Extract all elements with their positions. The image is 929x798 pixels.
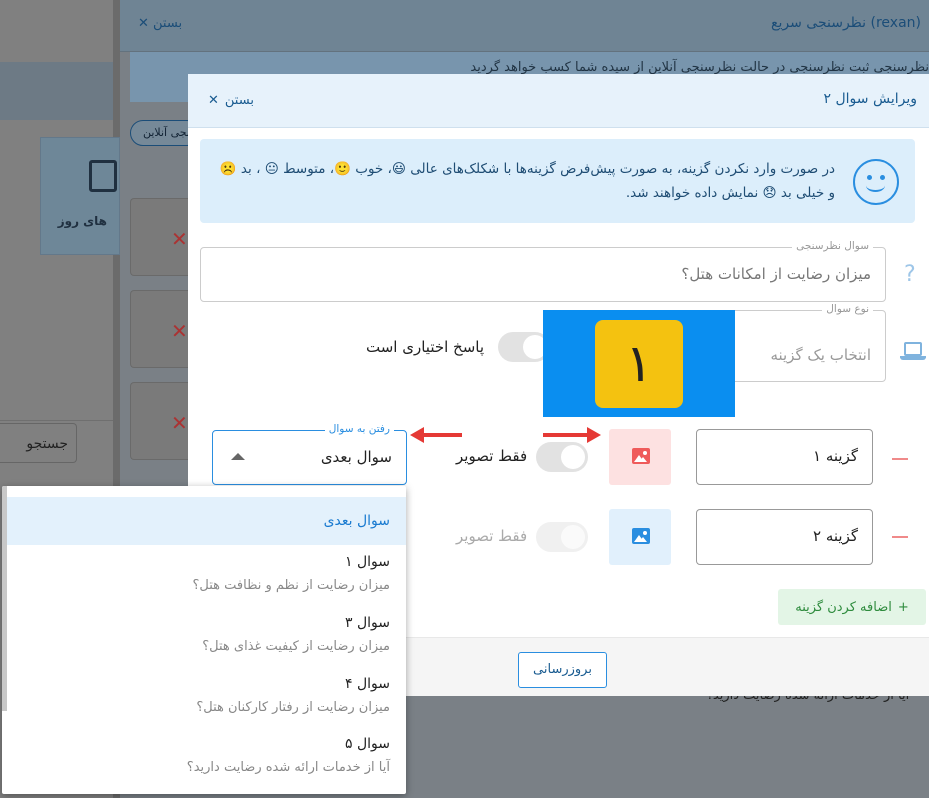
close-icon: ✕ <box>208 93 219 108</box>
background-search-button: جستجو <box>0 423 77 463</box>
update-button[interactable]: بروزرسانی <box>518 652 607 688</box>
background-card: ✕ <box>130 382 188 460</box>
option-input-value-1: گزینه ۱ <box>813 447 858 465</box>
dropdown-item-title: سوال بعدی <box>323 513 390 529</box>
question-type-legend: نوع سوال <box>822 303 873 315</box>
modal-close-label: بستن <box>224 93 254 108</box>
question-input[interactable]: سوال نظرسنجی میزان رضایت از امکانات هتل؟ <box>200 240 886 302</box>
annotation-arrow-right <box>543 427 601 443</box>
modal-header: ویرایش سوال ۲ ✕ بستن <box>188 74 929 128</box>
background-close-label: بستن <box>153 16 183 31</box>
background-strip <box>0 62 113 120</box>
close-icon: ✕ <box>171 319 188 343</box>
dropdown-item[interactable]: سوال ۴ میزان رضایت از رفتار کارکنان هتل؟ <box>7 676 406 715</box>
dropdown-item-subtitle: میزان رضایت از نظم و نظافت هتل؟ <box>192 578 390 593</box>
modal-title: ویرایش سوال ۲ <box>823 91 917 107</box>
background-tile-label: های روز <box>57 214 107 228</box>
dropdown-item-subtitle: میزان رضایت از رفتار کارکنان هتل؟ <box>196 700 390 715</box>
step-badge-number: ۱ <box>595 320 683 408</box>
dropdown-item-title: سوال ۳ <box>344 615 390 631</box>
dropdown-item-title: سوال ۴ <box>344 676 390 692</box>
goto-question-value: سوال بعدی <box>320 448 392 466</box>
question-input-legend: سوال نظرسنجی <box>792 240 873 252</box>
newspaper-icon <box>89 160 117 192</box>
image-only-label-1: فقط تصویر <box>456 447 528 465</box>
info-text: در صورت وارد نکردن گزینه، به صورت پیش‌فر… <box>219 161 835 201</box>
question-type-value: انتخاب یک گزینه <box>770 346 871 364</box>
close-icon: ✕ <box>171 411 188 435</box>
dropdown-item-title: سوال ۱ <box>344 554 390 570</box>
minus-icon[interactable] <box>892 458 908 460</box>
minus-icon[interactable] <box>892 536 908 538</box>
image-icon <box>632 448 650 464</box>
background-panel-close: ✕ بستن <box>138 16 183 31</box>
annotation-arrow-left <box>410 427 462 443</box>
background-card: ✕ <box>130 198 188 276</box>
dropdown-item-subtitle: میزان رضایت از کیفیت غذای هتل؟ <box>202 639 390 654</box>
plus-icon: + <box>897 599 909 615</box>
laptop-icon <box>900 342 926 362</box>
smiley-icon <box>853 159 899 205</box>
option-input-1[interactable]: گزینه ۱ <box>696 429 873 485</box>
background-subbar-text: نظرسنجی ثبت نظرسنجی در حالت نظرسنجی آنلا… <box>470 60 929 75</box>
goto-question-select[interactable]: رفتن به سوال سوال بعدی <box>212 423 407 485</box>
option-image-button-1[interactable] <box>609 429 671 485</box>
question-icon: ? <box>904 262 916 287</box>
background-tile: های روز <box>40 137 120 255</box>
dropdown-item[interactable]: سوال ۱ میزان رضایت از نظم و نظافت هتل؟ <box>7 554 406 593</box>
image-only-label-2: فقط تصویر <box>456 527 528 545</box>
option-input-value-2: گزینه ۲ <box>813 527 858 545</box>
background-panel-title: نظرسنجی سریع (rexan) <box>771 15 921 31</box>
background-panel-header: نظرسنجی سریع (rexan) ✕ بستن <box>120 0 929 52</box>
question-input-value: میزان رضایت از امکانات هتل؟ <box>681 265 871 283</box>
background-card: ✕ <box>130 290 188 368</box>
step-badge: ۱ <box>543 310 735 417</box>
close-icon: ✕ <box>171 227 188 251</box>
goto-question-dropdown: سوال بعدی سوال ۱ میزان رضایت از نظم و نظ… <box>2 486 406 794</box>
dropdown-item-title: سوال ۵ <box>344 736 390 752</box>
goto-question-legend: رفتن به سوال <box>324 423 394 435</box>
add-option-button[interactable]: اضافه کردن گزینه + <box>778 589 926 625</box>
optional-answer-label: پاسخ اختیاری است <box>366 338 485 356</box>
add-option-label: اضافه کردن گزینه <box>795 599 892 615</box>
image-only-toggle-1[interactable] <box>536 442 588 472</box>
background-divider <box>0 420 113 421</box>
dropdown-item-selected[interactable]: سوال بعدی <box>7 497 406 545</box>
dropdown-item-subtitle: آیا از خدمات ارائه شده رضایت دارید؟ <box>186 760 390 775</box>
dropdown-item[interactable]: سوال ۵ آیا از خدمات ارائه شده رضایت داری… <box>7 736 406 775</box>
dropdown-item[interactable]: سوال ۳ میزان رضایت از کیفیت غذای هتل؟ <box>7 615 406 654</box>
option-input-2[interactable]: گزینه ۲ <box>696 509 873 565</box>
info-box: در صورت وارد نکردن گزینه، به صورت پیش‌فر… <box>200 139 915 223</box>
image-only-toggle-2[interactable] <box>536 522 588 552</box>
option-image-button-2[interactable] <box>609 509 671 565</box>
image-icon <box>632 528 650 544</box>
modal-close-button[interactable]: ✕ بستن <box>208 93 254 108</box>
caret-up-icon <box>231 453 245 460</box>
